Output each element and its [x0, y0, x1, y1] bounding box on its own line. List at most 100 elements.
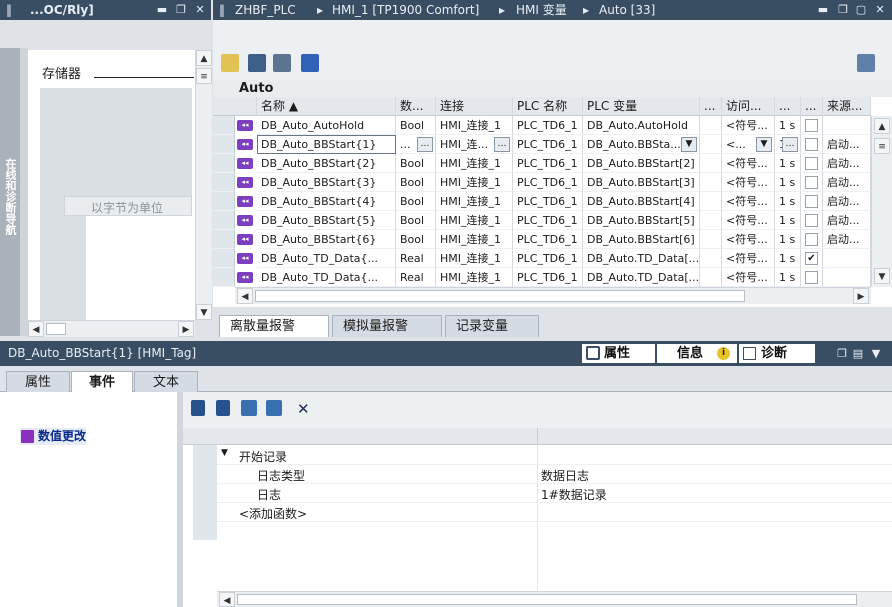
cell-datatype[interactable]: ...… [396, 135, 436, 154]
table-row[interactable]: ◂◂ DB_Auto_BBStart{3} Bool HMI_连接_1 PLC_TD6_… [213, 173, 871, 192]
logged-checkbox[interactable] [805, 157, 818, 170]
cell-source[interactable]: 启动... [823, 154, 871, 173]
cell-connection[interactable]: HMI_连接_1 [436, 249, 513, 268]
cell-plc-name[interactable]: PLC_TD6_1 [513, 249, 583, 268]
cell-plc-name[interactable]: PLC_TD6_1 [513, 135, 583, 154]
tab-discrete-alarms[interactable]: 离散量报警 [219, 315, 329, 337]
col-connection[interactable]: 连接 [436, 97, 513, 116]
cell-plc-tag[interactable]: DB_Auto.AutoHold [583, 116, 700, 135]
cell-plc-tag[interactable]: DB_Auto.BBStart[2] [583, 154, 700, 173]
left-hscroll-thumb[interactable] [46, 323, 66, 335]
chevron-down-icon[interactable]: ▼ [221, 448, 228, 458]
cell-connection[interactable]: HMI_连...… [436, 135, 513, 154]
float-icon[interactable]: ▢ [855, 3, 867, 16]
cell-plc-tag[interactable]: DB_Auto.BBStart[5] [583, 211, 700, 230]
row-header[interactable] [213, 249, 235, 268]
cell-name[interactable]: DB_Auto_BBStart{5} [257, 211, 396, 230]
overview-icon[interactable] [857, 54, 875, 72]
col-logged[interactable]: ... [801, 97, 823, 116]
row-header[interactable] [213, 211, 235, 230]
cell-logged[interactable] [801, 268, 823, 287]
cell-logged[interactable] [801, 230, 823, 249]
cell-connection[interactable]: HMI_连接_1 [436, 192, 513, 211]
logged-checkbox[interactable]: ✔ [805, 252, 818, 265]
cell-connection[interactable]: HMI_连接_1 [436, 154, 513, 173]
expand-all-icon[interactable] [241, 400, 257, 416]
logged-checkbox[interactable] [805, 119, 818, 132]
cell-access[interactable]: <符号... [722, 154, 775, 173]
cell-access[interactable]: <符号... [722, 173, 775, 192]
chevron-down-icon[interactable]: ▼ [870, 347, 882, 360]
cell-plc-name[interactable]: PLC_TD6_1 [513, 173, 583, 192]
cell-plc-tag[interactable]: DB_Auto.TD_Data[... [583, 268, 700, 287]
table-row[interactable]: ◂◂ DB_Auto_BBStart{6} Bool HMI_连接_1 PLC_TD6_… [213, 230, 871, 249]
cell-address[interactable] [700, 249, 722, 268]
param-value[interactable]: 1#数据记录 [541, 486, 607, 503]
col-plc-tag[interactable]: PLC 变量 [583, 97, 700, 116]
cell-plc-tag[interactable]: DB_Auto.TD_Data[... [583, 249, 700, 268]
table-row[interactable]: ◂◂ DB_Auto_BBStart{5} Bool HMI_连接_1 PLC_TD6_… [213, 211, 871, 230]
cell-cycle[interactable]: 1 s [775, 230, 801, 249]
cell-logged[interactable]: ✔ [801, 249, 823, 268]
scroll-left-icon[interactable]: ◀ [237, 288, 253, 304]
breadcrumb-2[interactable]: HMI_1 [TP1900 Comfort] [332, 0, 479, 20]
logged-checkbox[interactable] [805, 214, 818, 227]
logged-checkbox[interactable] [805, 195, 818, 208]
col-datatype[interactable]: 数... [396, 97, 436, 116]
cell-access[interactable]: <符号... [722, 249, 775, 268]
cell-name[interactable]: DB_Auto_BBStart{3} [257, 173, 396, 192]
vertical-tab[interactable]: 在线和诊断导航 [0, 48, 20, 336]
cell-cycle[interactable]: 1 s [775, 249, 801, 268]
cell-address[interactable] [700, 211, 722, 230]
row-header[interactable] [213, 230, 235, 249]
scroll-menu-icon[interactable]: ≡ [874, 138, 890, 154]
cell-plc-tag[interactable]: DB_Auto.BBStart[4] [583, 192, 700, 211]
add-function-row[interactable]: <添加函数> [217, 503, 892, 522]
breadcrumb-1[interactable]: ZHBF_PLC [235, 0, 296, 20]
table-row[interactable]: ◂◂ DB_Auto_BBStart{4} Bool HMI_连接_1 PLC_TD6_… [213, 192, 871, 211]
cell-logged[interactable] [801, 135, 823, 154]
cell-source[interactable]: 启动... [823, 173, 871, 192]
monitor-icon[interactable] [301, 54, 319, 72]
browse-icon[interactable]: … [494, 137, 510, 152]
browse-icon[interactable]: … [782, 137, 798, 152]
cell-connection[interactable]: HMI_连接_1 [436, 268, 513, 287]
cell-name[interactable]: DB_Auto_AutoHold [257, 116, 396, 135]
cell-connection[interactable]: HMI_连接_1 [436, 173, 513, 192]
cell-name[interactable]: DB_Auto_BBStart{6} [257, 230, 396, 249]
cell-access[interactable]: <符号... [722, 192, 775, 211]
cell-plc-name[interactable]: PLC_TD6_1 [513, 211, 583, 230]
cell-source[interactable] [823, 268, 871, 287]
logged-checkbox[interactable] [805, 233, 818, 246]
cell-plc-name[interactable]: PLC_TD6_1 [513, 116, 583, 135]
cell-cycle[interactable]: 1 s [775, 192, 801, 211]
cell-source[interactable]: 启动... [823, 230, 871, 249]
scroll-up-icon[interactable]: ▲ [196, 50, 212, 66]
cell-address[interactable] [700, 268, 722, 287]
tab-attributes[interactable]: 属性 [6, 371, 70, 393]
restore-icon[interactable]: ❐ [836, 347, 848, 360]
cell-name[interactable]: DB_Auto_BBStart{1} [257, 135, 396, 154]
cell-plc-name[interactable]: PLC_TD6_1 [513, 268, 583, 287]
cell-connection[interactable]: HMI_连接_1 [436, 211, 513, 230]
table-row[interactable]: ◂◂ DB_Auto_BBStart{2} Bool HMI_连接_1 PLC_TD6_… [213, 154, 871, 173]
cell-plc-tag[interactable]: DB_Auto.BBStart[3] [583, 173, 700, 192]
cell-access[interactable]: <符号... [722, 116, 775, 135]
logged-checkbox[interactable] [805, 138, 818, 151]
cell-logged[interactable] [801, 154, 823, 173]
restore-icon[interactable]: ❐ [175, 3, 187, 16]
chevron-down-icon[interactable]: ▼ [681, 137, 697, 152]
logged-checkbox[interactable] [805, 176, 818, 189]
scroll-right-icon[interactable]: ▶ [853, 288, 869, 304]
scroll-menu-icon[interactable]: ≡ [196, 68, 212, 84]
table-hscroll-thumb[interactable] [255, 290, 745, 302]
cell-source[interactable] [823, 116, 871, 135]
delete-icon[interactable]: ✕ [297, 400, 310, 418]
cell-datatype[interactable]: Real [396, 268, 436, 287]
scroll-left-icon[interactable]: ◀ [219, 592, 235, 607]
move-down-icon[interactable] [216, 400, 230, 416]
cell-cycle[interactable]: 1 s… [775, 135, 801, 154]
cell-access[interactable]: <符号... [722, 211, 775, 230]
pin-icon[interactable]: ‖ [219, 0, 225, 20]
minimize-icon[interactable]: ▬ [156, 3, 168, 16]
